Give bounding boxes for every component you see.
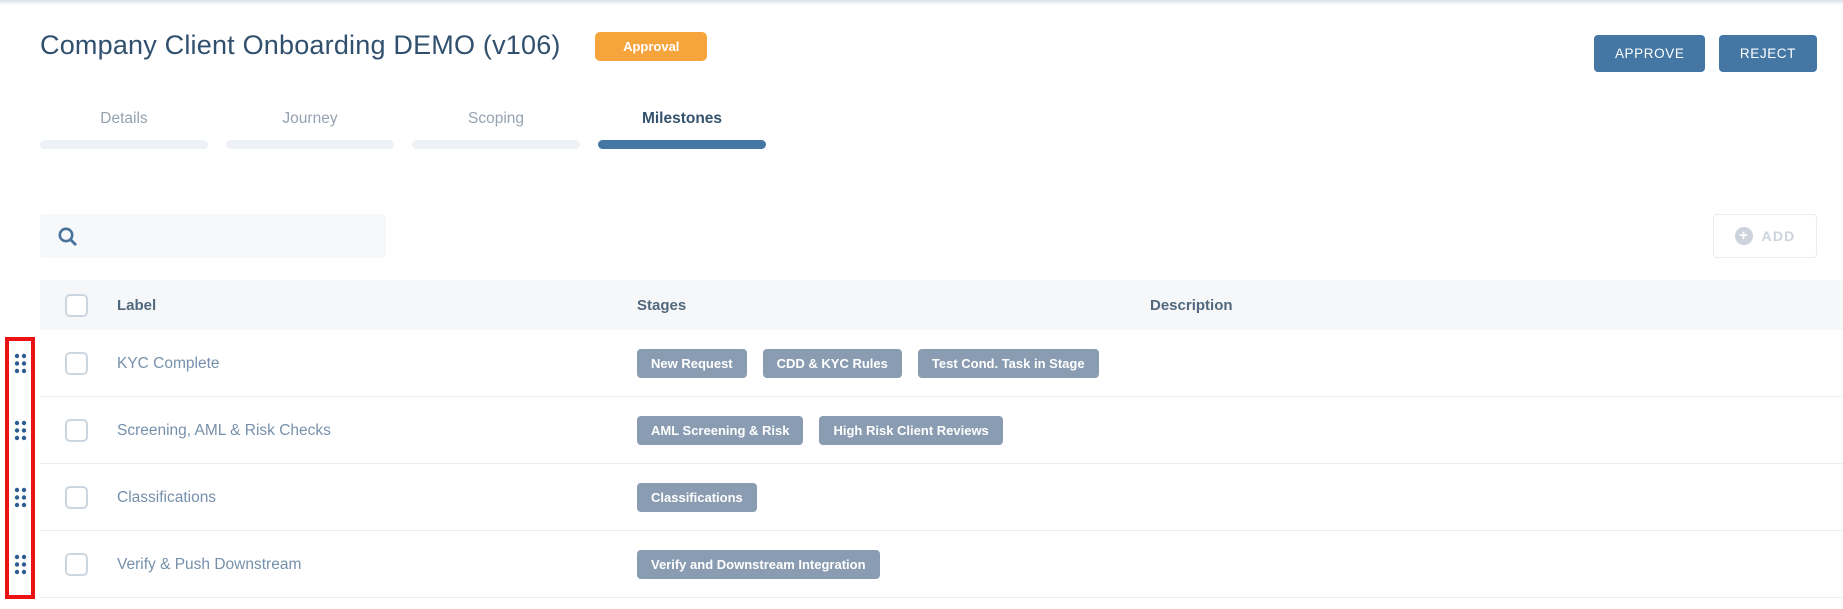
row-rail [0, 464, 40, 531]
approve-button[interactable]: APPROVE [1593, 35, 1706, 72]
column-header-description: Description [1150, 296, 1233, 314]
tab-milestones[interactable]: Milestones [598, 110, 766, 149]
page: Company Client Onboarding DEMO (v106) Ap… [0, 0, 1843, 609]
table-row: Screening, AML & Risk Checks AML Screeni… [0, 397, 1843, 464]
stage-badge: Test Cond. Task in Stage [917, 349, 1099, 378]
add-button[interactable]: + ADD [1713, 214, 1817, 258]
header-rail [0, 280, 40, 330]
stage-badge: Classifications [637, 483, 757, 512]
row-checkbox[interactable] [65, 486, 88, 509]
milestones-table: Label Stages Description KYC Complete Ne… [0, 280, 1843, 598]
drag-handle-icon[interactable] [14, 554, 27, 575]
row-stages: Verify and Downstream Integration [637, 550, 1150, 579]
tab-label: Details [100, 110, 148, 127]
stage-badge: New Request [637, 349, 747, 378]
row-label: Classifications [117, 488, 217, 506]
tab-label: Milestones [641, 110, 723, 127]
row-checkbox[interactable] [65, 352, 88, 375]
stage-badge: CDD & KYC Rules [762, 349, 902, 378]
add-button-label: ADD [1761, 228, 1796, 244]
tab-details[interactable]: Details [40, 110, 208, 149]
stage-badge: Verify and Downstream Integration [637, 550, 880, 579]
row-stages: AML Screening & Risk High Risk Client Rev… [637, 416, 1150, 445]
search-icon [58, 227, 77, 246]
tab-scoping[interactable]: Scoping [412, 110, 580, 149]
table-body: KYC Complete New Request CDD & KYC Rules T… [0, 330, 1843, 598]
row-stages: New Request CDD & KYC Rules Test Cond. Tas… [637, 349, 1150, 378]
tab-underline [598, 140, 766, 149]
row-label: KYC Complete [117, 354, 220, 372]
row-label: Verify & Push Downstream [117, 555, 302, 573]
tab-underline [412, 140, 580, 149]
column-header-stages: Stages [637, 296, 687, 314]
header: Company Client Onboarding DEMO (v106) Ap… [40, 30, 1817, 72]
drag-handle-icon[interactable] [14, 420, 27, 441]
row-stages: Classifications [637, 483, 1150, 512]
table-row: Classifications Classifications [0, 464, 1843, 531]
search-input[interactable] [78, 214, 386, 258]
row-rail [0, 397, 40, 464]
row-label: Screening, AML & Risk Checks [117, 421, 331, 439]
row-rail [0, 531, 40, 598]
search-box[interactable] [40, 214, 386, 258]
row-checkbox[interactable] [65, 419, 88, 442]
select-all-checkbox[interactable] [65, 293, 88, 317]
stage-badge: AML Screening & Risk [637, 416, 804, 445]
column-header-label: Label [117, 296, 157, 314]
page-title: Company Client Onboarding DEMO (v106) [40, 30, 561, 60]
stage-badge: High Risk Client Reviews [819, 416, 1003, 445]
table-row: KYC Complete New Request CDD & KYC Rules T… [0, 330, 1843, 397]
row-checkbox[interactable] [65, 553, 88, 576]
reject-button[interactable]: REJECT [1718, 35, 1817, 72]
table-row: Verify & Push Downstream Verify and Down… [0, 531, 1843, 598]
row-rail [0, 330, 40, 397]
tab-underline [226, 140, 394, 149]
header-actions: APPROVE REJECT [1585, 35, 1817, 72]
tab-journey[interactable]: Journey [226, 110, 394, 149]
tab-underline [40, 140, 208, 149]
list-toolbar: + ADD [40, 214, 1817, 258]
drag-handle-icon[interactable] [14, 353, 27, 374]
tab-label: Scoping [467, 110, 524, 127]
tab-bar: Details Journey Scoping Milestones [40, 110, 766, 149]
top-border-strip [0, 0, 1843, 5]
status-badge: Approval [595, 32, 708, 61]
drag-handle-icon[interactable] [14, 487, 27, 508]
table-header-row: Label Stages Description [0, 280, 1843, 330]
tab-label: Journey [282, 110, 338, 127]
plus-icon: + [1734, 227, 1753, 245]
